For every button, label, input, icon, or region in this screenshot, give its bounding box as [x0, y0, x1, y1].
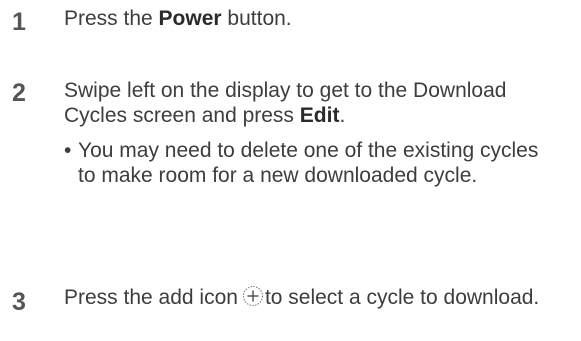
step-2-line-2-after: . [339, 104, 346, 127]
step-2-note: • You may need to delete one of the exist… [64, 138, 564, 188]
step-2-note-text: You may need to delete one of the existi… [78, 139, 539, 187]
step-1-number: 1 [12, 8, 26, 36]
power-label: Power [158, 7, 222, 30]
step-1-text-before: Press the [64, 7, 159, 30]
step-3-text: Press the add icon to select a cycle to d… [64, 285, 564, 310]
step-2-line-2-before: Cycles screen and press [64, 104, 300, 127]
edit-label: Edit [299, 104, 340, 127]
step-3-number: 3 [12, 288, 26, 316]
step-1-text: Press the Power button. [64, 6, 564, 31]
step-1-text-after: button. [221, 7, 292, 30]
step-3-text-before: Press the add icon [64, 286, 238, 309]
step-2-number: 2 [12, 79, 26, 107]
step-2-text: Swipe left on the display to get to the … [64, 78, 569, 128]
add-icon [242, 285, 264, 307]
step-3-text-after: to select a cycle to download. [264, 286, 540, 309]
bullet-marker: • [64, 139, 72, 162]
step-2-line-1: Swipe left on the display to get to the … [64, 79, 507, 102]
